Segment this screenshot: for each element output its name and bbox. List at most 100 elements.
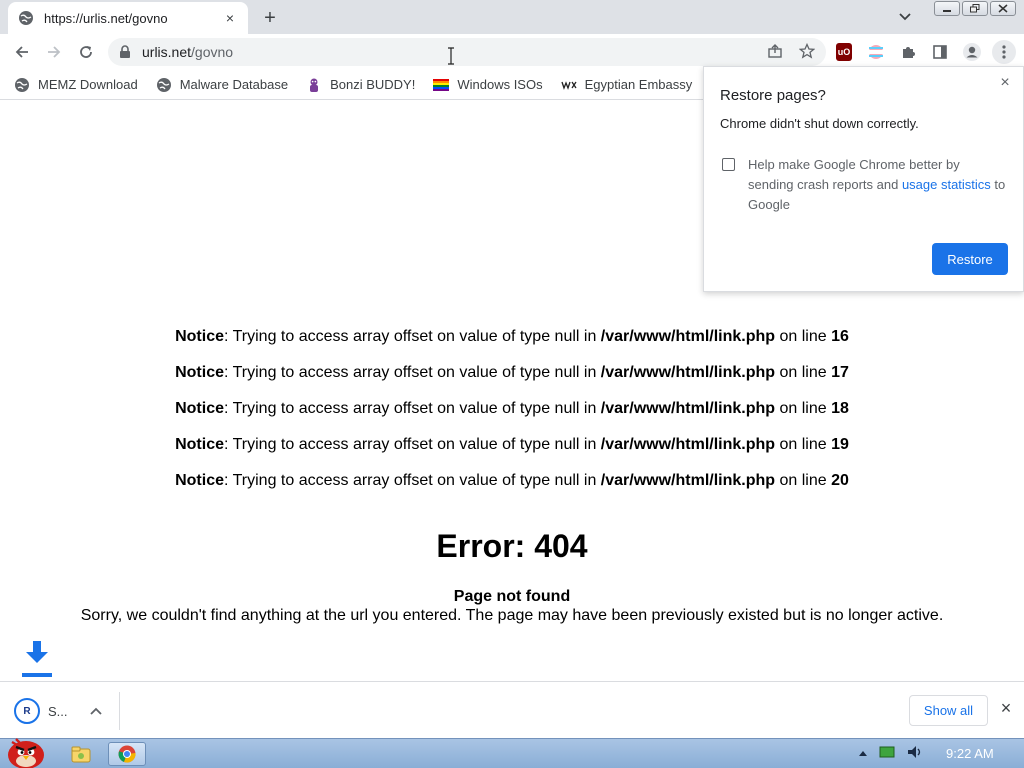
- php-notice: Notice: Trying to access array offset on…: [0, 328, 1024, 346]
- crash-report-checkbox[interactable]: [722, 158, 735, 171]
- kebab-menu-icon: [1002, 45, 1006, 59]
- restore-button[interactable]: Restore: [932, 243, 1008, 275]
- notice-label: Notice: [175, 400, 224, 417]
- url-text[interactable]: urlis.net/govno: [142, 44, 233, 60]
- bookmark-malware-database[interactable]: Malware Database: [156, 77, 288, 93]
- globe-icon: [15, 77, 29, 92]
- chrome-icon: [118, 745, 136, 763]
- text-cursor-icon: [448, 47, 454, 65]
- tab-title: https://urlis.net/govno: [44, 10, 168, 26]
- close-icon[interactable]: ×: [997, 74, 1013, 91]
- reload-icon: [80, 46, 92, 58]
- notice-text: : Trying to access array offset on value…: [224, 472, 601, 489]
- folder-icon: [71, 746, 91, 763]
- bookmark-windows-isos[interactable]: Windows ISOs: [433, 77, 543, 93]
- taskbar-clock[interactable]: 9:22 AM: [946, 746, 994, 761]
- notice-on-line: on line: [775, 436, 832, 453]
- bookmark-star-icon[interactable]: [798, 42, 816, 60]
- bookmark-label: Windows ISOs: [457, 77, 543, 92]
- volume-icon[interactable]: [906, 745, 924, 762]
- notice-line: 18: [831, 400, 849, 417]
- restore-window-button[interactable]: [962, 1, 988, 16]
- taskbar: 9:22 AM: [0, 738, 1024, 768]
- side-panel-icon[interactable]: [928, 40, 952, 64]
- notice-text: : Trying to access array offset on value…: [224, 436, 601, 453]
- download-filename: S...: [48, 703, 68, 719]
- restore-pages-dialog: × Restore pages? Chrome didn't shut down…: [703, 66, 1024, 292]
- notice-line: 16: [831, 328, 849, 345]
- notice-line: 19: [831, 436, 849, 453]
- bonzi-icon: [310, 78, 319, 92]
- lock-icon[interactable]: [118, 45, 132, 59]
- omnibox-actions: [766, 42, 816, 60]
- notice-file: /var/www/html/link.php: [600, 328, 776, 345]
- tab-strip: https://urlis.net/govno × +: [0, 0, 1024, 34]
- taskbar-chrome-app[interactable]: [108, 742, 146, 766]
- tab-close-icon[interactable]: ×: [222, 10, 238, 26]
- extensions-puzzle-icon[interactable]: [896, 40, 920, 64]
- extension-flag-icon[interactable]: [864, 40, 888, 64]
- download-item[interactable]: R S...: [10, 692, 120, 730]
- notice-label: Notice: [175, 328, 224, 345]
- php-notice: Notice: Trying to access array offset on…: [0, 400, 1024, 418]
- notice-on-line: on line: [775, 400, 832, 417]
- start-button-angry-bird-icon[interactable]: [2, 733, 50, 768]
- notice-file: /var/www/html/link.php: [600, 364, 776, 381]
- back-arrow-icon: [15, 46, 28, 58]
- php-notice: Notice: Trying to access array offset on…: [0, 472, 1024, 490]
- url-host: urlis.net: [142, 44, 192, 60]
- download-shelf: R S... Show all ×: [0, 681, 1024, 738]
- new-tab-button[interactable]: +: [259, 7, 281, 29]
- forward-button[interactable]: [42, 40, 66, 64]
- dialog-message: Chrome didn't shut down correctly.: [720, 116, 919, 131]
- bookmark-label: MEMZ Download: [38, 77, 138, 92]
- window-controls: [934, 1, 1016, 16]
- php-notice: Notice: Trying to access array offset on…: [0, 364, 1024, 382]
- notice-text: : Trying to access array offset on value…: [224, 328, 601, 345]
- bookmark-memz-download[interactable]: MEMZ Download: [14, 77, 138, 93]
- rainbow-flag-icon: [433, 78, 450, 91]
- tab-search-icon[interactable]: [896, 8, 914, 26]
- chevron-up-icon[interactable]: [89, 704, 102, 718]
- network-icon[interactable]: [878, 745, 896, 762]
- close-icon[interactable]: ×: [998, 698, 1014, 718]
- globe-icon: [19, 11, 33, 25]
- file-icon: R: [14, 698, 40, 724]
- profile-avatar-icon[interactable]: [960, 40, 984, 64]
- notice-text: : Trying to access array offset on value…: [224, 400, 601, 417]
- bookmark-bonzi-buddy[interactable]: Bonzi BUDDY!: [306, 77, 415, 93]
- notice-line: 17: [831, 364, 849, 381]
- download-progress-icon: [22, 641, 52, 677]
- crash-report-label: Help make Google Chrome better by sendin…: [748, 155, 1008, 215]
- show-all-button[interactable]: Show all: [909, 695, 988, 726]
- notice-text: : Trying to access array offset on value…: [224, 364, 601, 381]
- bookmark-egyptian-embassy[interactable]: Egyptian Embassy: [560, 77, 693, 93]
- notice-on-line: on line: [775, 472, 832, 489]
- error-title: Error: 404: [436, 528, 588, 564]
- minimize-button[interactable]: [934, 1, 960, 16]
- bookmark-label: Bonzi BUDDY!: [330, 77, 416, 92]
- notice-file: /var/www/html/link.php: [600, 472, 776, 489]
- usage-statistics-link[interactable]: usage statistics: [902, 177, 991, 192]
- notice-label: Notice: [175, 472, 224, 489]
- back-button[interactable]: [10, 40, 34, 64]
- share-icon[interactable]: [766, 42, 784, 60]
- wix-icon: [560, 80, 577, 90]
- dialog-title: Restore pages?: [720, 87, 826, 104]
- url-path: /govno: [191, 44, 234, 60]
- tray-expand-icon[interactable]: [858, 748, 868, 760]
- close-window-button[interactable]: [990, 1, 1016, 16]
- error-description: Sorry, we couldn't find anything at the …: [80, 607, 944, 624]
- toolbar: urlis.net/govno uO: [0, 34, 1024, 70]
- ublock-origin-icon[interactable]: uO: [836, 43, 852, 61]
- error-subtitle: Page not found: [453, 588, 571, 605]
- taskbar-explorer-app[interactable]: [62, 742, 100, 766]
- notice-file: /var/www/html/link.php: [600, 400, 776, 417]
- system-tray: [858, 745, 924, 762]
- chrome-menu-button[interactable]: [992, 40, 1016, 64]
- address-bar[interactable]: urlis.net/govno: [108, 38, 826, 66]
- globe-icon: [156, 77, 171, 92]
- reload-button[interactable]: [74, 40, 98, 64]
- bookmark-label: Egyptian Embassy: [584, 77, 693, 92]
- browser-tab[interactable]: https://urlis.net/govno ×: [8, 2, 248, 34]
